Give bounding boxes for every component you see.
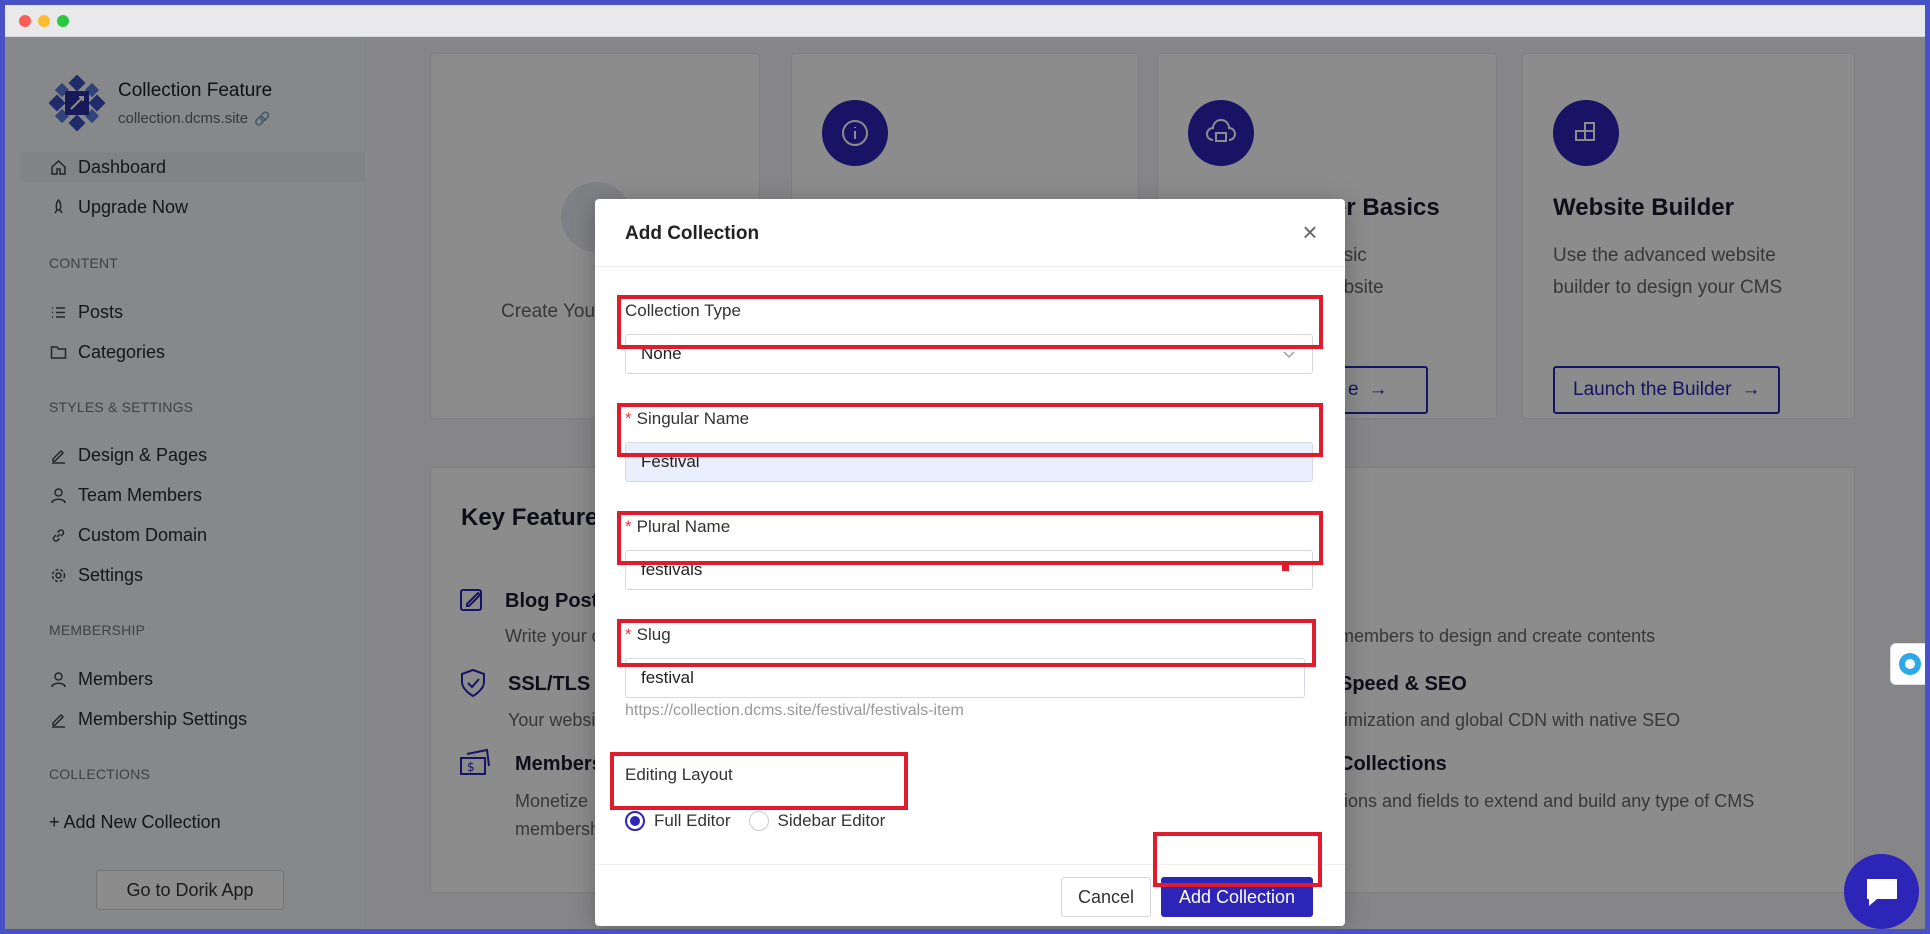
plural-name-label-text: Plural Name [636, 517, 731, 536]
required-mark: * [625, 517, 632, 536]
radio-sidebar-editor[interactable]: Sidebar Editor [748, 811, 886, 831]
slug-input[interactable]: festival [625, 658, 1305, 698]
assistant-icon [1899, 653, 1921, 675]
radio-label: Sidebar Editor [777, 811, 886, 830]
title-bar [5, 5, 1925, 37]
singular-name-input[interactable]: Festival [625, 442, 1313, 482]
app: Collection Feature collection.dcms.site 🔗… [5, 37, 1925, 929]
radio-button-checked[interactable] [625, 811, 645, 831]
slug-url-hint: https://collection.dcms.site/festival/fe… [625, 702, 964, 719]
singular-name-label-text: Singular Name [636, 409, 750, 428]
collection-type-select[interactable]: None [625, 334, 1313, 374]
radio-label: Full Editor [654, 811, 731, 830]
slug-label-text: Slug [636, 625, 671, 644]
chat-launcher-button[interactable] [1844, 854, 1919, 929]
add-collection-modal: Add Collection × Collection Type None * S… [595, 199, 1345, 926]
modal-header: Add Collection × [595, 199, 1345, 267]
singular-name-value: Festival [641, 452, 700, 471]
minimize-window-button[interactable] [38, 15, 50, 27]
collection-type-value: None [641, 344, 682, 363]
chat-icon [1866, 878, 1897, 906]
plural-name-label: * Plural Name [625, 517, 730, 537]
plural-name-input[interactable]: festivals [625, 550, 1313, 590]
browser-window: Collection Feature collection.dcms.site 🔗… [5, 5, 1925, 929]
close-window-button[interactable] [19, 15, 31, 27]
singular-name-label: * Singular Name [625, 409, 749, 429]
collection-type-label: Collection Type [625, 301, 741, 320]
slug-label: * Slug [625, 625, 671, 645]
highlight-mark [1282, 564, 1289, 571]
required-mark: * [625, 409, 632, 428]
radio-full-editor[interactable]: Full Editor [625, 811, 731, 831]
maximize-window-button[interactable] [57, 15, 69, 27]
editing-layout-label: Editing Layout [625, 765, 733, 784]
required-mark: * [625, 625, 632, 644]
editing-layout-radio-group: Full Editor Sidebar Editor [625, 808, 903, 834]
radio-button[interactable] [748, 811, 769, 831]
chevron-down-icon [1283, 351, 1295, 358]
slug-value: festival [641, 668, 694, 687]
cancel-button[interactable]: Cancel [1061, 877, 1151, 917]
modal-title: Add Collection [625, 223, 760, 244]
close-icon[interactable]: × [1297, 219, 1323, 245]
assistant-widget[interactable] [1890, 643, 1925, 685]
plural-name-value: festivals [641, 560, 703, 579]
modal-footer: Cancel Add Collection [595, 864, 1345, 926]
add-collection-button[interactable]: Add Collection [1161, 877, 1313, 917]
